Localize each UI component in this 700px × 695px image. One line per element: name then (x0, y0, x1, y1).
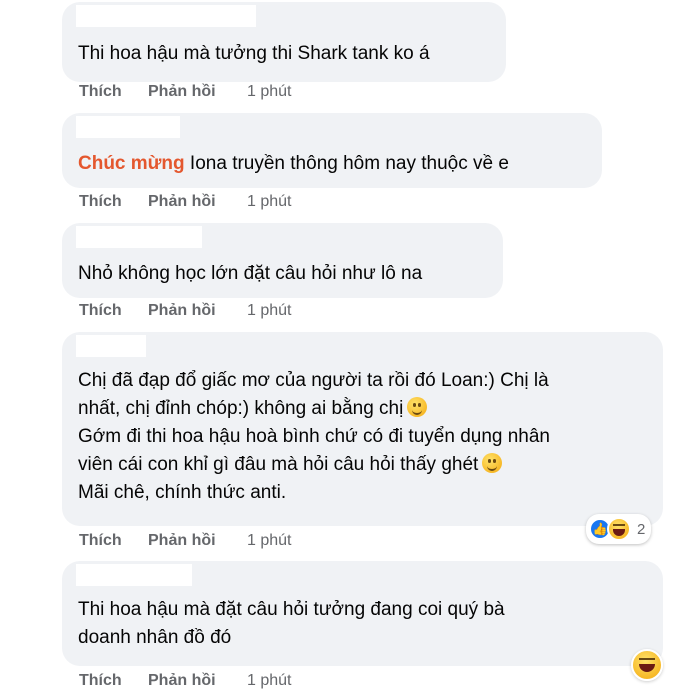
comment-text-line: doanh nhân đồ đó (78, 627, 232, 648)
haha-icon[interactable] (631, 649, 663, 681)
like-button[interactable]: Thích (79, 83, 122, 101)
comment-bubble: Chị đã đạp đổ giấc mơ của người ta rồi đ… (62, 332, 663, 526)
redacted-author-name (76, 226, 202, 248)
timestamp[interactable]: 1 phút (247, 193, 291, 211)
comment-bubble: Thi hoa hậu mà đặt câu hỏi tưởng đang co… (62, 561, 663, 666)
redacted-author-name (76, 5, 256, 27)
like-button[interactable]: Thích (79, 532, 122, 550)
comment-text: Iona truyền thông hôm nay thuộc về e (184, 153, 509, 174)
redacted-author-name (76, 564, 192, 586)
comment-bubble: Nhỏ không học lớn đặt câu hỏi như lô na (62, 223, 503, 298)
timestamp[interactable]: 1 phút (247, 672, 291, 690)
comment-text-line: Thi hoa hậu mà đặt câu hỏi tưởng đang co… (78, 599, 505, 620)
redacted-author-name (76, 335, 146, 357)
comment-text-line: Gớm đi thi hoa hậu hoà bình chứ có đi tu… (78, 426, 551, 447)
like-button[interactable]: Thích (79, 193, 122, 211)
reply-button[interactable]: Phản hồi (148, 193, 216, 211)
reaction-summary[interactable]: 👍 2 (586, 514, 652, 544)
like-button[interactable]: Thích (79, 672, 122, 690)
comment-text-line: Mãi chê, chính thức anti. (78, 482, 287, 503)
haha-icon (607, 517, 631, 541)
like-button[interactable]: Thích (79, 302, 122, 320)
reply-button[interactable]: Phản hồi (148, 83, 216, 101)
comment-text-line: viên cái con khỉ gì đâu mà hỏi câu hỏi t… (78, 454, 479, 475)
redacted-author-name (76, 116, 180, 138)
comment-text: Thi hoa hậu mà tưởng thi Shark tank ko á (78, 43, 430, 64)
comment-text-line: Chị đã đạp đổ giấc mơ của người ta rồi đ… (78, 370, 549, 391)
timestamp[interactable]: 1 phút (247, 83, 291, 101)
reply-button[interactable]: Phản hồi (148, 672, 216, 690)
comment-text-line: nhất, chị đỉnh chóp:) không ai bằng chị (78, 398, 404, 419)
reply-button[interactable]: Phản hồi (148, 302, 216, 320)
comment-bubble: Thi hoa hậu mà tưởng thi Shark tank ko á (62, 2, 506, 82)
comment-text: Nhỏ không học lớn đặt câu hỏi như lô na (78, 263, 423, 284)
timestamp[interactable]: 1 phút (247, 532, 291, 550)
highlighted-phrase[interactable]: Chúc mừng (78, 153, 185, 174)
timestamp[interactable]: 1 phút (247, 302, 291, 320)
smile-emoji-icon (407, 397, 428, 417)
reaction-count: 2 (637, 520, 646, 538)
smile-emoji-icon (482, 453, 503, 473)
comment-bubble: Chúc mừng Iona truyền thông hôm nay thuộ… (62, 113, 602, 188)
reply-button[interactable]: Phản hồi (148, 532, 216, 550)
